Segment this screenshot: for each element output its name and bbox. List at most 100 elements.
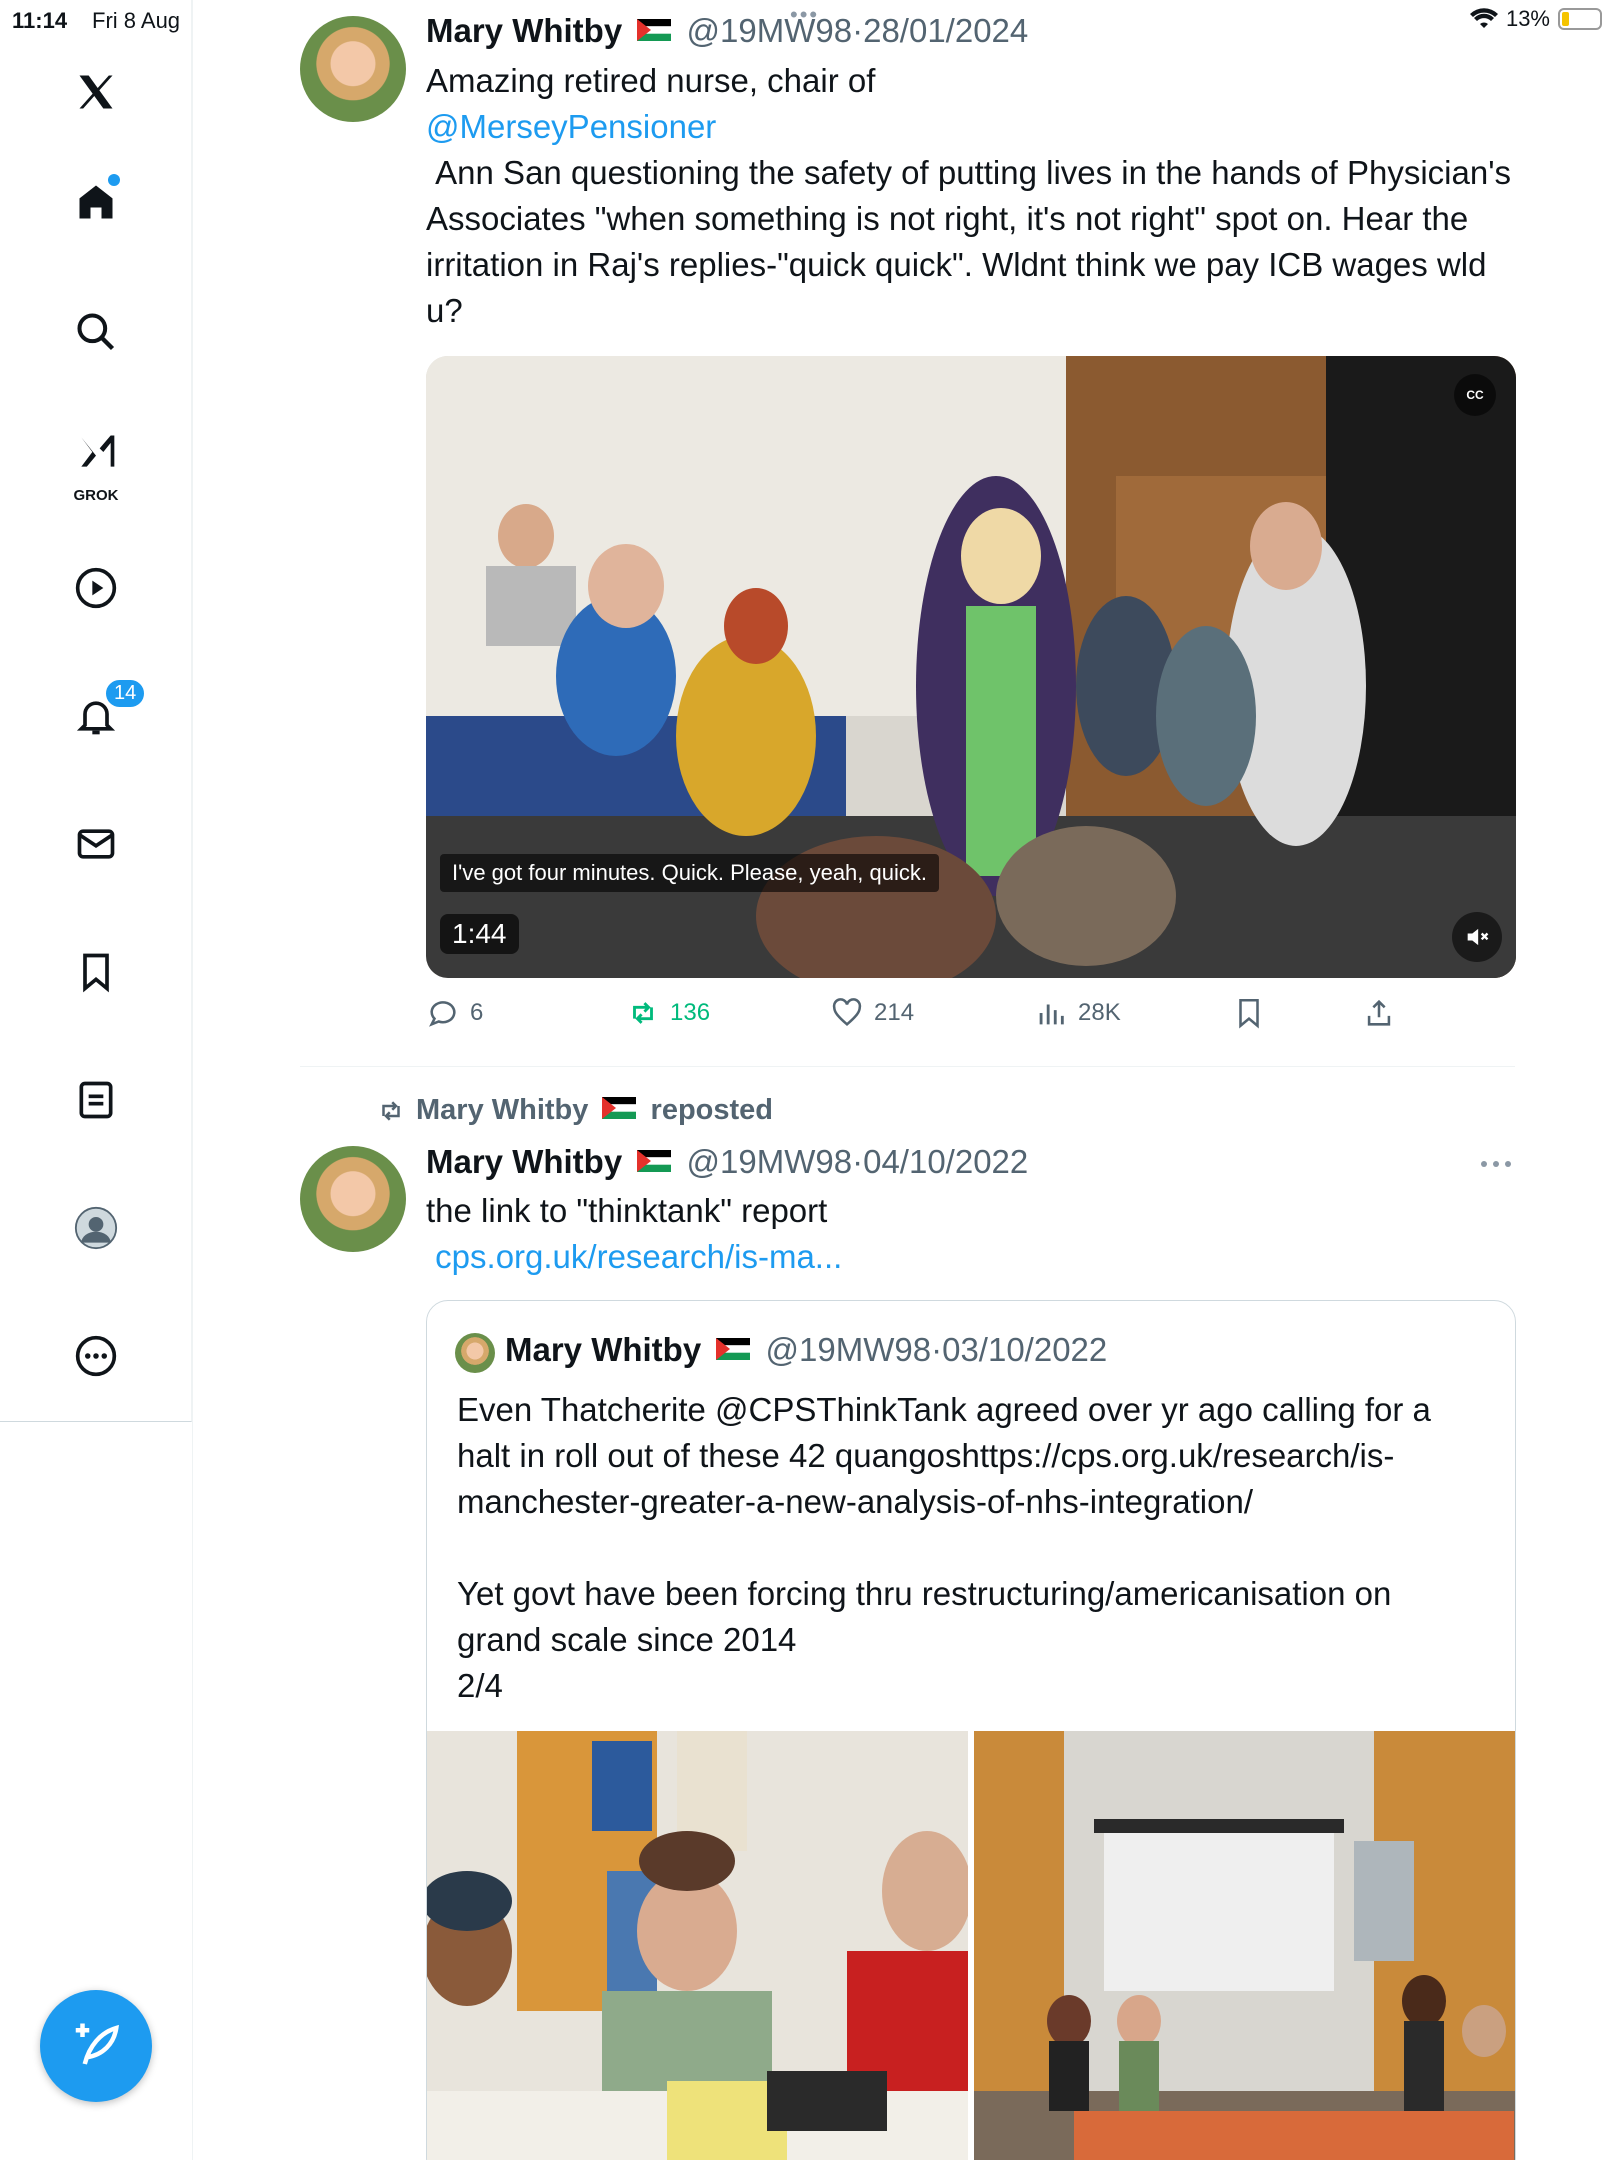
tweet1-text-body: Ann San questioning the safety of puttin… [426,154,1519,329]
tweet1-body: Amazing retired nurse, chair of @MerseyP… [426,58,1516,334]
grok-label: GROK [73,487,119,504]
repost-small-icon [382,1101,400,1121]
nav-lists[interactable] [66,1070,126,1130]
profile-icon [74,1206,118,1250]
mail-icon [77,829,115,859]
heart-icon [832,998,862,1027]
repost-user[interactable]: Mary Whitby [416,1094,588,1126]
reply-button[interactable]: 6 [426,996,483,1030]
tweet1-name[interactable]: Mary Whitby [426,12,622,49]
home-unread-dot [108,174,120,186]
views-icon [1039,1004,1064,1025]
like-count: 214 [874,999,915,1026]
dot-separator: · [931,1331,943,1368]
quoted-text-line: Yet govt have been forcing thru restruct… [457,1575,1392,1612]
wifi-icon [1469,8,1498,29]
search-icon [77,313,115,351]
tweet-separator [300,1066,1515,1067]
tweet1-text-intro: Amazing retired nurse, chair of [426,62,876,99]
quoted-header: Mary Whitby @19MW98·03/10/2022 [505,1331,1107,1369]
bookmark-icon [83,953,109,993]
more-icon [75,1335,117,1377]
nav-messages[interactable] [66,814,126,874]
nav-more[interactable] [66,1326,126,1386]
mute-button[interactable] [1452,912,1502,962]
dot-separator: · [852,12,864,49]
photo-meeting-1 [427,1731,968,2160]
cc-button[interactable]: CC [1454,374,1496,416]
quoted-text-line: manchester-greater-a-new-analysis-of-nhs… [457,1483,1254,1520]
like-button[interactable]: 214 [830,996,914,1030]
list-icon [79,1081,113,1119]
quoted-text-line: grand scale since 2014 [457,1621,797,1658]
nav-notifications[interactable]: 14 [66,678,147,746]
tweet2-avatar[interactable] [300,1146,406,1252]
tweet1-video[interactable]: CC I've got four minutes. Quick. Please,… [426,356,1516,978]
palestine-flag-icon [602,1097,637,1120]
tweet2-more-button[interactable] [1478,1148,1514,1182]
quoted-text-line: halt in roll out of these 42 quangoshttp… [457,1437,1395,1474]
notifications-badge: 14 [104,678,147,709]
bookmark-icon [1239,998,1259,1029]
tweet2-date[interactable]: 04/10/2022 [863,1143,1028,1180]
nav-bookmarks[interactable] [66,942,126,1002]
nav-home[interactable] [66,172,126,232]
x-logo-icon[interactable] [66,62,126,122]
status-right: 13% [1469,6,1602,32]
sidebar-divider [192,0,193,2160]
tweet2-text: the link to "thinktank" report [426,1192,828,1229]
mute-icon [1467,928,1489,946]
repost-suffix: reposted [650,1094,774,1126]
dot-separator: · [852,1143,864,1180]
video-caption: I've got four minutes. Quick. Please, ye… [440,854,939,892]
quoted-text-line: Even Thatcherite @CPSThinkTank agreed ov… [457,1391,1431,1428]
tweet1-date[interactable]: 28/01/2024 [863,12,1028,49]
palestine-flag-icon [637,1150,672,1173]
photo-meeting-2 [974,1731,1515,2160]
tweet2-body: the link to "thinktank" report cps.org.u… [426,1188,1516,1280]
tweet2-header: Mary Whitby @19MW98·04/10/2022 [426,1143,1028,1181]
battery-icon [1558,8,1602,30]
more-horizontal-icon [1481,1161,1511,1167]
share-button[interactable] [1362,996,1396,1030]
sidebar: GROK 14 [0,0,192,1422]
tweet2-name[interactable]: Mary Whitby [426,1143,622,1180]
tweet1-header: Mary Whitby @19MW98·28/01/2024 [426,12,1028,50]
repost-button[interactable]: 136 [626,996,710,1030]
tweet1-actions: 6 136 214 28K [426,996,1426,1036]
cc-label: CC [1466,388,1484,402]
compose-icon [75,2023,119,2065]
tweet1-handle[interactable]: @19MW98 [687,12,853,49]
palestine-flag-icon [716,1338,751,1361]
share-icon [1367,999,1391,1026]
quoted-photo-2[interactable] [974,1731,1515,2160]
nav-video[interactable] [66,558,126,618]
reply-count: 6 [470,999,484,1026]
quoted-avatar [455,1333,495,1373]
views-button[interactable]: 28K [1034,996,1121,1030]
tweet2-handle[interactable]: @19MW98 [687,1143,853,1180]
quoted-text: Even Thatcherite @CPSThinkTank agreed ov… [457,1387,1497,1709]
views-count: 28K [1078,999,1121,1026]
home-icon [79,185,113,219]
tweet1-mention-link[interactable]: @MerseyPensioner [426,104,1516,150]
bookmark-button[interactable] [1232,996,1266,1030]
palestine-flag-icon [637,19,672,42]
repost-indicator: Mary Whitby reposted [376,1094,773,1127]
reply-icon [429,1001,456,1027]
battery-percent: 13% [1505,6,1550,31]
quoted-handle: @19MW98 [765,1331,932,1368]
quoted-photo-1[interactable] [427,1731,968,2160]
nav-profile[interactable] [66,1198,126,1258]
repost-count: 136 [670,999,711,1026]
quoted-name: Mary Whitby [505,1331,702,1368]
tweet1-avatar[interactable] [300,16,406,122]
tweet2-link[interactable]: cps.org.uk/research/is-ma... [426,1234,1516,1280]
quoted-tweet[interactable]: Mary Whitby @19MW98·03/10/2022 Even That… [426,1300,1516,2160]
grok-icon [81,435,115,467]
compose-button[interactable] [40,1990,152,2102]
repost-icon [633,1002,653,1024]
nav-grok[interactable]: GROK [66,422,126,504]
nav-search[interactable] [66,302,126,362]
video-duration: 1:44 [440,914,519,954]
